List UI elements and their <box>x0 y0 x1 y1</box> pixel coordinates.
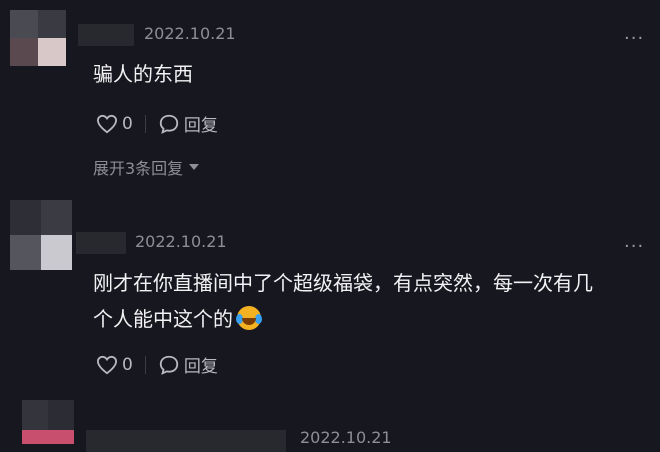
divider <box>144 355 146 374</box>
caret-down-icon <box>189 164 200 170</box>
comment-date: 2022.10.21 <box>135 232 227 251</box>
username-blurred[interactable] <box>78 24 134 46</box>
username-blurred[interactable] <box>86 430 286 452</box>
comment-bubble-icon <box>159 114 178 134</box>
heart-icon <box>96 355 118 374</box>
comment-text-line-2: 个人能中这个的 <box>93 301 653 337</box>
laughing-crying-emoji-icon <box>236 306 262 330</box>
expand-replies-button[interactable]: 展开3条回复 <box>93 155 200 179</box>
comment-bubble-icon <box>159 355 178 375</box>
reply-button[interactable]: 回复 <box>158 111 218 136</box>
reply-button[interactable]: 回复 <box>158 352 218 377</box>
comment-actions: 0 回复 <box>96 111 218 136</box>
more-options-icon[interactable]: ··· <box>624 236 644 257</box>
avatar[interactable] <box>22 400 74 444</box>
comment-text: 骗人的东西 <box>93 62 193 86</box>
divider <box>144 114 146 133</box>
username-blurred[interactable] <box>76 232 126 254</box>
comment-date: 2022.10.21 <box>144 24 236 43</box>
like-button[interactable]: 0 <box>96 355 133 375</box>
like-count: 0 <box>122 113 133 134</box>
comment-text-line-1: 刚才在你直播间中了个超级福袋，有点突然，每一次有几 <box>93 271 593 295</box>
comment-date: 2022.10.21 <box>300 428 392 447</box>
comment-text: 刚才在你直播间中了个超级福袋，有点突然，每一次有几 个人能中这个的 <box>93 265 653 337</box>
comment-actions: 0 回复 <box>96 352 218 377</box>
reply-label: 回复 <box>183 357 218 377</box>
avatar[interactable] <box>10 200 72 270</box>
avatar[interactable] <box>10 10 66 66</box>
heart-icon <box>96 114 118 133</box>
like-count: 0 <box>122 354 133 375</box>
expand-replies-label: 展开3条回复 <box>93 159 184 178</box>
like-button[interactable]: 0 <box>96 114 133 134</box>
more-options-icon[interactable]: ··· <box>624 28 644 49</box>
reply-label: 回复 <box>183 116 218 136</box>
